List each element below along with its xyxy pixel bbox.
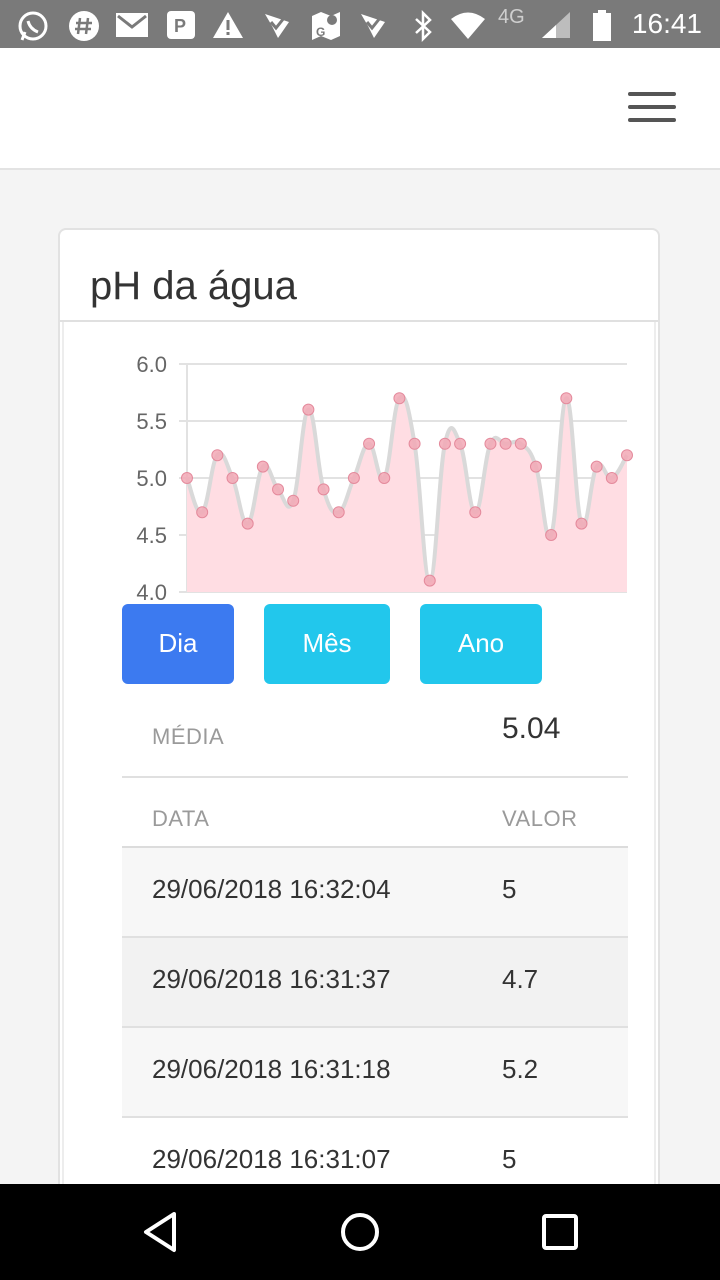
chart-point xyxy=(196,506,209,519)
chart-point xyxy=(621,449,633,462)
cell-signal-icon xyxy=(542,12,570,38)
chart-point xyxy=(302,403,315,416)
whatsapp-icon xyxy=(18,11,48,41)
chart-point xyxy=(256,460,269,473)
chart-point xyxy=(514,437,527,450)
row-value: 5 xyxy=(502,1144,517,1174)
chart-point xyxy=(575,517,588,530)
chart-point xyxy=(378,472,391,484)
table-header-date: DATA xyxy=(152,806,210,831)
chart-point xyxy=(499,437,512,450)
svg-text:G: G xyxy=(316,25,325,39)
chart-y-tick-label: 5.0 xyxy=(136,466,167,491)
battery-icon xyxy=(593,10,611,41)
hashtag-icon xyxy=(69,11,99,41)
parking-icon: P xyxy=(167,11,195,39)
chart-point xyxy=(484,437,497,450)
chart-point xyxy=(423,574,436,587)
chart-point xyxy=(272,483,285,496)
check-app-icon xyxy=(265,14,289,38)
android-nav-bar xyxy=(0,1184,720,1280)
chart-y-ticks: 6.0 5.5 5.0 4.5 4.0 xyxy=(136,352,167,605)
chart-point xyxy=(393,392,406,405)
row-date: 29/06/2018 16:31:18 xyxy=(152,1054,391,1084)
average-divider xyxy=(122,776,628,778)
wifi-icon xyxy=(451,12,485,39)
row-date: 29/06/2018 16:31:37 xyxy=(152,964,391,994)
table-row: 29/06/2018 16:31:37 4.7 xyxy=(122,938,628,1028)
average-label: MÉDIA xyxy=(152,724,225,749)
bluetooth-icon xyxy=(415,10,432,42)
chart-point xyxy=(332,506,345,519)
check-app-icon xyxy=(361,14,385,38)
table-header-value: VALOR xyxy=(502,806,578,831)
table-row: 29/06/2018 16:31:18 5.2 xyxy=(122,1028,628,1118)
chart-point xyxy=(529,460,542,473)
range-button-mes[interactable]: Mês xyxy=(264,604,390,684)
average-value: 5.04 xyxy=(502,712,561,745)
table-row: 29/06/2018 16:32:04 5 xyxy=(122,848,628,938)
row-value: 5 xyxy=(502,874,517,904)
chart-point xyxy=(181,472,193,484)
chart-point xyxy=(408,437,421,450)
chart-point xyxy=(211,449,224,462)
hamburger-menu-icon[interactable] xyxy=(628,92,678,124)
range-button-ano[interactable]: Ano xyxy=(420,604,542,684)
chart-point xyxy=(347,472,360,484)
network-type-label: 4G xyxy=(498,6,525,28)
app-header xyxy=(0,48,720,170)
chart-point xyxy=(545,529,558,541)
range-button-dia[interactable]: Dia xyxy=(122,604,234,684)
row-value: 4.7 xyxy=(502,964,539,994)
status-time: 16:41 xyxy=(631,8,702,39)
maps-icon: G xyxy=(312,12,340,40)
chart-point xyxy=(438,437,451,450)
gmail-icon xyxy=(116,13,148,37)
chart-point xyxy=(317,483,330,496)
row-date: 29/06/2018 16:32:04 xyxy=(152,874,391,904)
chart-point xyxy=(241,517,254,530)
ph-chart: 6.0 5.5 5.0 4.5 4.0 xyxy=(136,352,633,605)
svg-text:P: P xyxy=(174,16,186,36)
chart-point xyxy=(454,437,467,450)
chart-y-tick-label: 6.0 xyxy=(136,352,167,377)
recents-icon[interactable] xyxy=(530,1202,590,1262)
chart-point xyxy=(469,506,482,519)
chart-point xyxy=(560,392,573,405)
home-icon[interactable] xyxy=(330,1202,390,1262)
chart-point xyxy=(226,472,239,484)
warning-icon xyxy=(213,12,243,38)
chart-point xyxy=(605,472,618,484)
row-value: 5.2 xyxy=(502,1054,539,1084)
chart-point xyxy=(590,460,603,473)
chart-y-tick-label: 5.5 xyxy=(136,409,167,434)
chart-point xyxy=(287,494,300,507)
chart-y-tick-label: 4.5 xyxy=(136,523,167,548)
card-title: pH da água xyxy=(90,264,297,308)
row-date: 29/06/2018 16:31:07 xyxy=(152,1144,391,1174)
back-icon[interactable] xyxy=(130,1202,190,1262)
chart-y-tick-label: 4.0 xyxy=(136,580,167,605)
status-bar: P G 4G 16:41 xyxy=(0,0,720,48)
chart-point xyxy=(363,437,376,450)
